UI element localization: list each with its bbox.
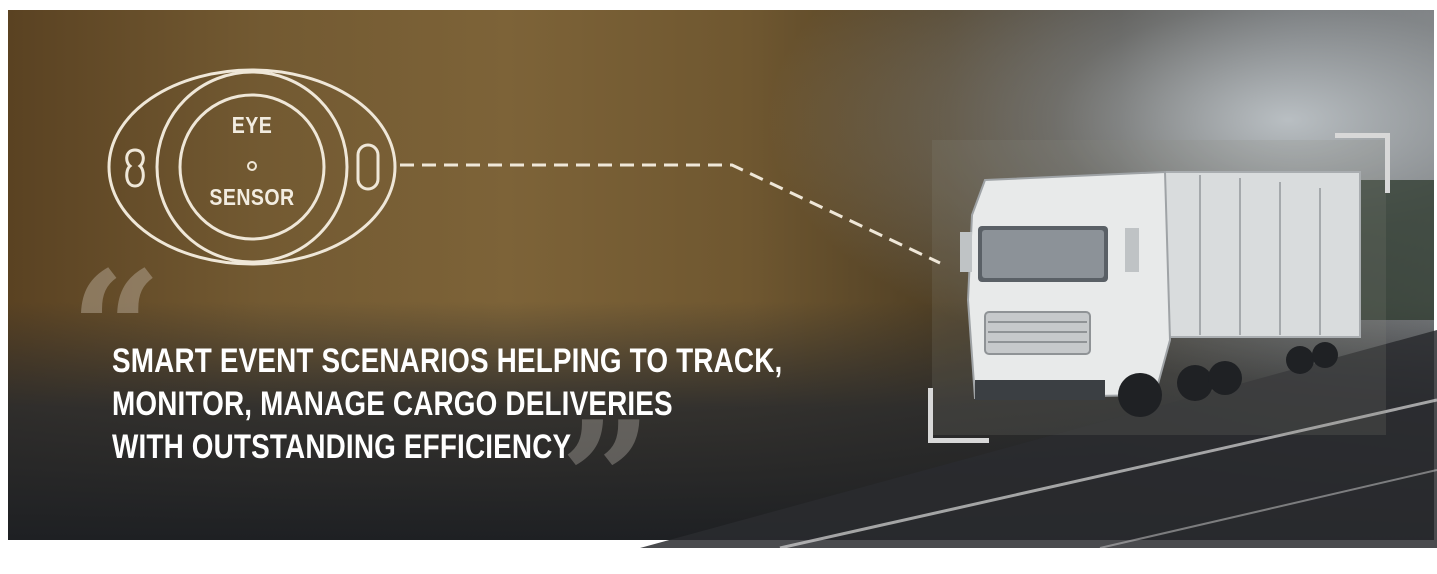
sensor-label-eye: EYE [231, 112, 273, 138]
sensor-label-sensor: SENSOR [209, 184, 295, 210]
headline-line-1: SMART EVENT SCENARIOS HELPING TO TRACK, [112, 342, 783, 380]
headline-line-3: WITH OUTSTANDING EFFICIENCY [112, 428, 572, 466]
headline: SMART EVENT SCENARIOS HELPING TO TRACK, … [112, 340, 782, 469]
headline-line-2: MONITOR, MANAGE CARGO DELIVERIES [112, 385, 673, 423]
